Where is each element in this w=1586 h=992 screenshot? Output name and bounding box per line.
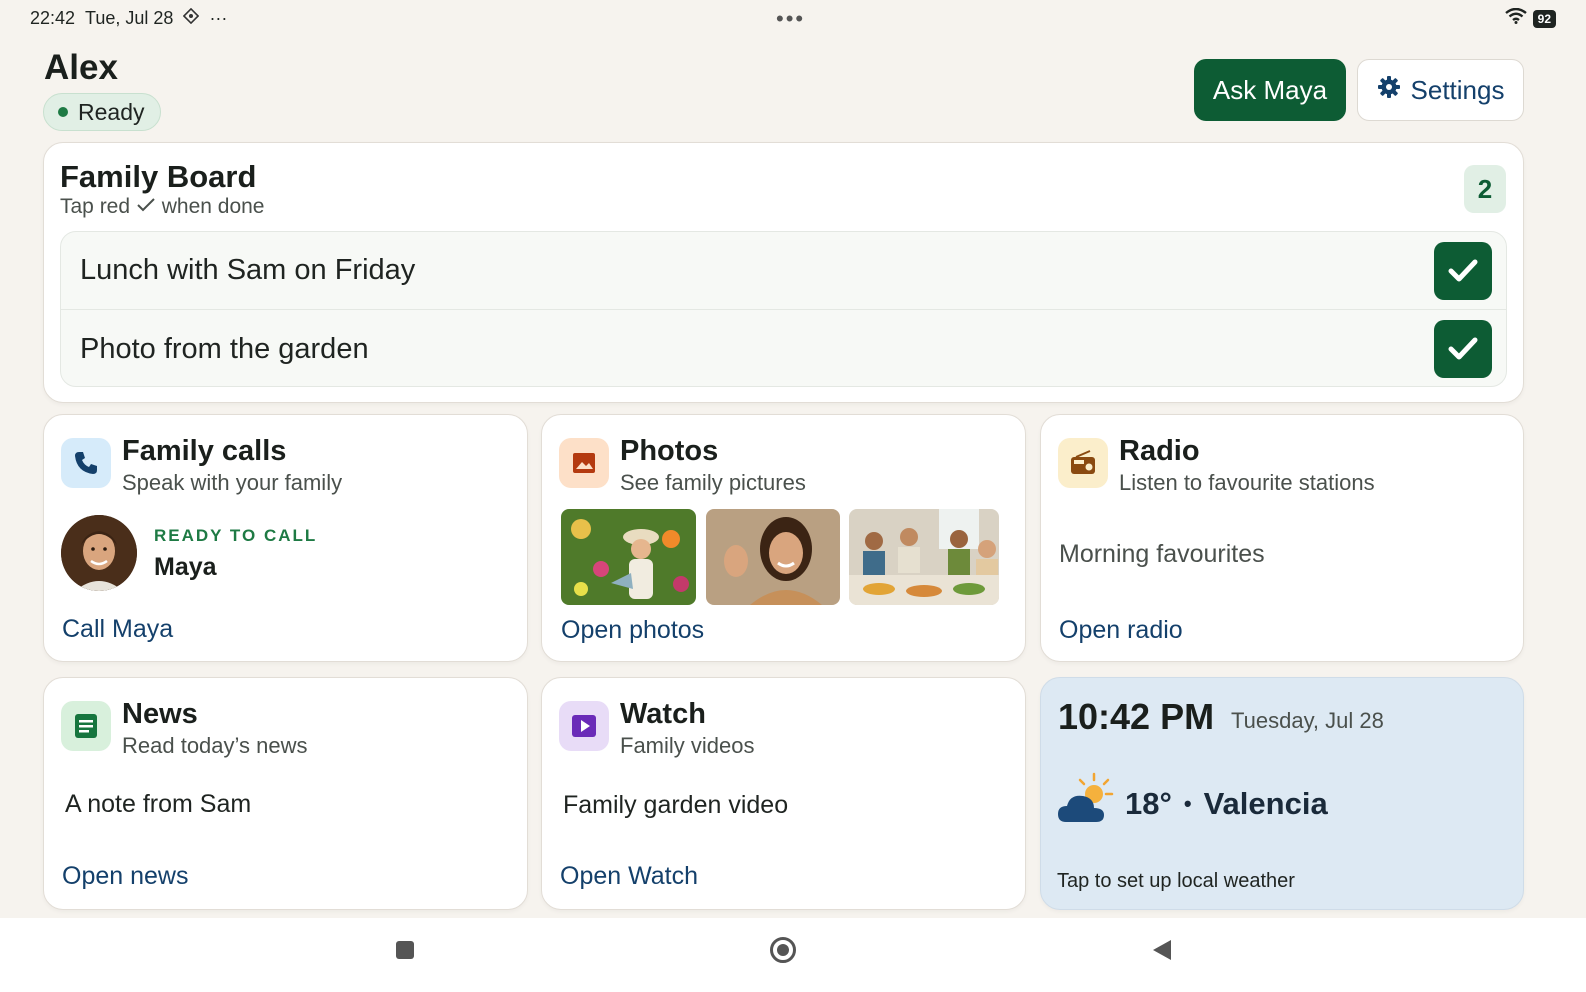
family-board-count: 2 [1464,165,1506,213]
family-board-list: Lunch with Sam on Friday Photo from the … [60,231,1507,387]
family-board-subtitle: Tap red when done [60,195,265,219]
status-date: Tue, Jul 28 [85,7,174,28]
subtitle-after: when done [161,195,265,218]
status-more: ··· [209,7,228,28]
open-watch-link[interactable]: Open Watch [560,862,698,891]
list-item: Photo from the garden [61,310,1506,388]
list-item: Lunch with Sam on Friday [61,232,1506,310]
status-dot-icon [58,107,68,117]
mark-done-button[interactable] [1434,320,1492,378]
tile-subtitle: See family pictures [620,470,806,495]
news-headline: A note from Sam [65,790,252,818]
settings-label: Settings [1410,74,1505,105]
location-icon [183,7,200,29]
photo-thumbnail[interactable] [706,509,840,605]
call-maya-link[interactable]: Call Maya [62,615,173,644]
status-center-dots: ••• [776,6,806,31]
open-radio-link[interactable]: Open radio [1059,616,1183,645]
radio-icon [1058,438,1108,488]
tile-title: Radio [1119,435,1200,467]
gear-icon [1377,75,1401,106]
tile-subtitle: Family videos [620,733,755,758]
clock-time: 10:42 PM [1058,696,1215,737]
status-bar: 22:42 Tue, Jul 28 ··· ••• 92 [0,0,1586,36]
mark-done-button[interactable] [1434,242,1492,300]
photos-tile[interactable]: Photos See family pictures Open photos [541,414,1026,662]
subtitle-before: Tap red [60,195,131,218]
tile-title: Watch [620,698,706,730]
weather-setup-hint[interactable]: Tap to set up local weather [1057,870,1295,893]
tile-subtitle: Speak with your family [122,470,343,495]
tile-title: News [122,698,198,730]
video-title: Family garden video [563,791,789,819]
checkmark-icon [136,195,156,218]
radio-tile[interactable]: Radio Listen to favourite stations Morni… [1040,414,1524,662]
list-item-label: Lunch with Sam on Friday [80,254,416,286]
clock-weather-tile[interactable]: 10:42 PM Tuesday, Jul 28 18° • Valencia … [1040,677,1524,910]
partly-cloudy-icon [1056,772,1114,831]
check-icon [1448,259,1478,282]
tile-subtitle: Listen to favourite stations [1119,470,1375,495]
family-calls-tile[interactable]: Family calls Speak with your family READ… [43,414,528,662]
city-name: Valencia [1203,786,1328,821]
call-status: READY TO CALL [154,526,318,545]
news-icon [61,701,111,751]
radio-station: Morning favourites [1059,540,1265,568]
home-button[interactable] [770,937,796,963]
clock-date: Tuesday, Jul 28 [1231,708,1384,733]
family-board-card: Family Board Tap red when done 2 Lunch w… [43,142,1524,403]
play-icon [559,701,609,751]
temperature: 18° [1125,786,1172,821]
recents-button[interactable] [396,941,414,959]
news-tile[interactable]: News Read today’s news A note from Sam O… [43,677,528,910]
avatar [61,515,137,591]
tile-subtitle: Read today’s news [122,733,308,758]
photo-thumbnail[interactable] [561,509,696,605]
system-nav-bar [0,918,1586,992]
tile-title: Photos [620,435,719,467]
family-board-title: Family Board [60,159,257,194]
image-icon [559,438,609,488]
status-time: 22:42 [30,7,76,28]
contact-name: Maya [154,553,217,581]
back-button[interactable] [1153,940,1171,960]
status-badge-label: Ready [78,98,145,125]
ask-maya-button[interactable]: Ask Maya [1194,59,1346,121]
check-icon [1448,337,1478,360]
settings-button[interactable]: Settings [1357,59,1524,121]
weather-summary: 18° • Valencia [1125,786,1328,822]
phone-icon [61,438,111,488]
open-photos-link[interactable]: Open photos [561,616,704,645]
battery-level: 92 [1532,9,1556,28]
tile-title: Family calls [122,435,287,467]
open-news-link[interactable]: Open news [62,862,188,891]
home-icon [777,944,789,956]
list-item-label: Photo from the garden [80,332,369,365]
photo-thumbnail[interactable] [849,509,999,605]
status-badge: Ready [43,93,162,131]
watch-tile[interactable]: Watch Family videos Family garden video … [541,677,1026,910]
weather-separator: • [1183,791,1192,816]
user-name: Alex [44,48,118,87]
wifi-icon [1504,7,1527,29]
